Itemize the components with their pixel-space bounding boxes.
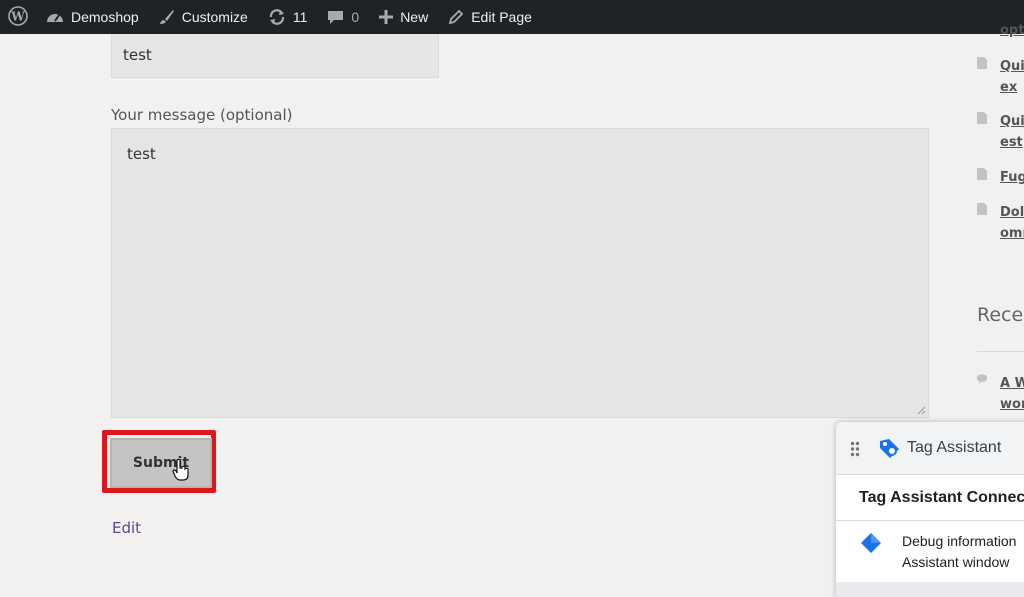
sidebar-page-item[interactable]: Qui ex [976, 56, 1024, 98]
sidebar-page-link-cont[interactable]: omn [1000, 223, 1024, 244]
sidebar-page-link[interactable]: Dolo [1000, 202, 1024, 223]
sidebar-page-link[interactable]: Fugi [1000, 167, 1024, 188]
recent-comment-link[interactable]: A Wo [1000, 373, 1024, 394]
name-field-value: test [123, 46, 152, 64]
dashboard-icon [46, 9, 64, 25]
sidebar-page-link[interactable]: opti [1000, 20, 1024, 41]
edit-page-label: Edit Page [471, 9, 532, 25]
recent-comments-heading: Recen [977, 304, 1024, 326]
document-icon [977, 57, 987, 69]
drag-handle-icon[interactable] [850, 441, 860, 457]
diamond-icon [861, 533, 881, 553]
document-icon [977, 168, 987, 180]
pencil-icon [448, 9, 464, 25]
comments-count: 0 [351, 9, 360, 25]
document-icon [977, 112, 987, 124]
new-content-button[interactable]: New [369, 0, 438, 34]
svg-text:W: W [10, 9, 25, 23]
wordpress-icon: W [8, 5, 28, 29]
sidebar-page-link-cont[interactable]: est [1000, 132, 1024, 153]
paintbrush-icon [159, 9, 175, 25]
sidebar-page-link[interactable]: Quia [1000, 111, 1024, 132]
document-icon [977, 203, 987, 215]
site-name-label: Demoshop [71, 9, 139, 25]
message-value: test [127, 145, 156, 163]
plus-icon [379, 10, 394, 24]
customize-button[interactable]: Customize [149, 0, 258, 34]
sidebar-page-item[interactable]: Dolo omn [976, 202, 1024, 244]
hand-cursor-icon [172, 458, 190, 487]
debug-line-1: Debug information [902, 533, 1017, 549]
sidebar-page-item[interactable]: Quia est [976, 111, 1024, 153]
tag-assistant-header: Tag Assistant [836, 422, 1024, 475]
debug-line-2: Assistant window [902, 554, 1010, 570]
message-label: Your message (optional) [111, 106, 293, 124]
updates-button[interactable]: 11 [258, 0, 318, 34]
tag-assistant-logo-icon [880, 439, 899, 458]
name-field[interactable]: test [111, 34, 439, 78]
wordpress-logo-button[interactable]: W [0, 0, 36, 34]
edit-link[interactable]: Edit [112, 519, 141, 537]
admin-bar: W Demoshop Customize 11 0 New Edit Page [0, 0, 1024, 34]
submit-button[interactable]: Submit [110, 438, 212, 488]
sidebar-divider [977, 351, 1024, 352]
customize-label: Customize [181, 9, 248, 25]
refresh-icon [268, 8, 286, 26]
sidebar-page-link[interactable]: Qui [1000, 56, 1024, 77]
debug-info-text: Debug information Assistant window [902, 531, 1016, 573]
recent-comment-link-cont[interactable]: wor [1000, 394, 1024, 415]
edit-page-button[interactable]: Edit Page [438, 0, 542, 34]
new-label: New [400, 9, 429, 25]
comments-button[interactable]: 0 [317, 0, 369, 34]
comment-icon [976, 374, 988, 384]
tag-assistant-divider [836, 520, 1024, 521]
tag-assistant-title: Tag Assistant [907, 439, 1002, 456]
sidebar-page-item[interactable]: opti [976, 20, 1024, 41]
site-name-menu[interactable]: Demoshop [36, 0, 149, 34]
tag-assistant-panel: Tag Assistant Tag Assistant Connec Debug… [836, 422, 1024, 597]
sidebar-page-item[interactable]: Fugi [976, 167, 1024, 188]
updates-count: 11 [292, 9, 308, 25]
recent-comment-item[interactable]: A Wo wor [976, 373, 1024, 415]
sidebar-page-link-cont[interactable]: ex [1000, 77, 1024, 98]
message-textarea[interactable]: test [111, 128, 929, 418]
tag-assistant-status: Tag Assistant Connec [859, 489, 1024, 506]
comment-bubble-icon [327, 9, 344, 25]
resize-handle-icon[interactable] [916, 405, 926, 415]
